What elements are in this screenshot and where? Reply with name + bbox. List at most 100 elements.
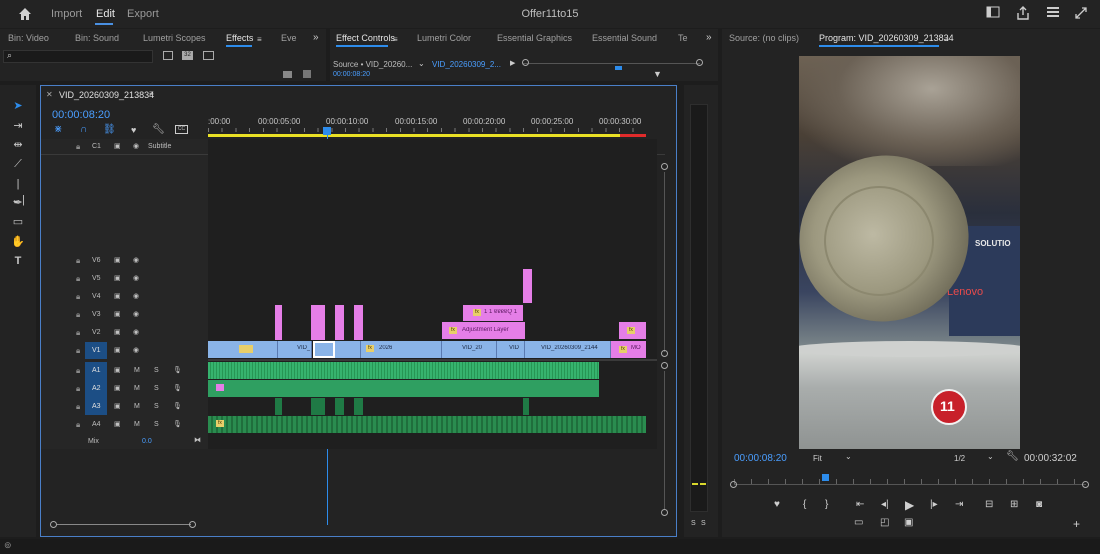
v1-mo-clip[interactable]: fx MO <box>611 341 646 358</box>
timeline-hscroll-track[interactable] <box>57 524 191 525</box>
v1-clip[interactable]: VID_ <box>278 341 312 358</box>
tab-menu-icon[interactable]: ≡ <box>393 35 398 44</box>
a3-audio-clip[interactable] <box>311 398 325 415</box>
lock-icon[interactable]: 🔒︎ <box>76 310 80 320</box>
track-output-icon[interactable]: ▣ <box>114 402 121 410</box>
v1-clip[interactable]: fx 2026 <box>361 341 442 358</box>
play-only-icon[interactable]: ▶ <box>510 59 515 67</box>
resolution-select[interactable]: 1/2 <box>954 454 965 463</box>
v3-graphic-clip[interactable]: fx 1 1 ɐɐɐɐQ 1 <box>463 305 523 321</box>
mic-icon[interactable]: 🎙︎ <box>173 420 182 428</box>
v4-clip[interactable] <box>523 269 532 303</box>
track-output-icon[interactable]: ▣ <box>114 292 121 300</box>
add-marker-icon[interactable]: ♥ <box>774 499 780 510</box>
a3-audio-clip[interactable] <box>523 398 529 415</box>
safe-margins-icon[interactable]: ▭ <box>854 517 863 528</box>
v1-clip-selected[interactable] <box>313 341 335 358</box>
eye-icon[interactable]: ◉ <box>133 292 139 300</box>
timeline-timecode[interactable]: 00:00:08:20 <box>52 109 110 121</box>
mute-button[interactable]: M <box>134 385 140 392</box>
step-forward-icon[interactable]: |▸ <box>930 499 938 510</box>
selection-tool-icon[interactable]: ➤ <box>10 98 26 114</box>
magnet-icon[interactable]: ∩ <box>80 124 87 135</box>
razor-tool-icon[interactable]: ⟋ <box>10 156 26 172</box>
track-output-icon[interactable]: ▣ <box>114 142 121 150</box>
v3-clip[interactable] <box>275 305 282 340</box>
v3-clip[interactable] <box>335 305 344 340</box>
tab-effects[interactable]: Effects <box>226 33 253 43</box>
panel-overflow-icon[interactable]: » <box>313 32 319 43</box>
extract-icon[interactable]: ⊞ <box>1010 499 1018 510</box>
tab-source-monitor[interactable]: Source: (no clips) <box>729 33 799 43</box>
add-marker-icon[interactable]: ♥ <box>131 125 136 135</box>
tab-program-monitor[interactable]: Program: VID_20260309_213834 <box>819 33 954 43</box>
solo-button[interactable]: S <box>154 421 159 428</box>
tab-menu-icon[interactable]: ≡ <box>149 89 154 98</box>
timeline-vscroll-top[interactable] <box>661 163 668 170</box>
mute-button[interactable]: M <box>134 421 140 428</box>
program-video-frame[interactable]: SOLUTIO Lenovo 11 <box>799 56 1020 449</box>
lock-icon[interactable]: 🔒︎ <box>76 274 80 284</box>
eye-icon[interactable]: ◉ <box>133 274 139 282</box>
meter-solo-right[interactable]: S <box>701 520 706 527</box>
lock-icon[interactable]: 🔒︎ <box>76 366 80 376</box>
program-scroll-start[interactable] <box>730 481 737 488</box>
filter-icon[interactable]: ▼ <box>653 69 662 79</box>
track-output-icon[interactable]: ▣ <box>114 256 121 264</box>
v1-clip[interactable]: VID <box>497 341 525 358</box>
new-bin-icon[interactable] <box>283 71 292 78</box>
lift-icon[interactable]: ⊟ <box>985 499 993 510</box>
program-scroll-end[interactable] <box>1082 481 1089 488</box>
snap-icon[interactable]: ⋇ <box>54 124 62 135</box>
a3-audio-clip[interactable] <box>275 398 282 415</box>
comparison-view-icon[interactable]: ◰ <box>880 517 889 528</box>
solo-button[interactable]: S <box>154 385 159 392</box>
a2-audio-clip[interactable] <box>208 380 599 397</box>
a4-music-clip[interactable]: fx <box>208 416 646 433</box>
zoom-select[interactable]: Fit <box>813 454 822 463</box>
lock-icon[interactable]: 🔒︎ <box>76 346 80 356</box>
v1-clip[interactable] <box>335 341 361 358</box>
captions-icon[interactable]: CC <box>175 125 188 134</box>
lock-icon[interactable]: 🔒︎ <box>76 292 80 302</box>
track-output-icon[interactable]: ▣ <box>114 366 121 374</box>
accelerated-effects-icon[interactable] <box>163 51 173 60</box>
mix-value[interactable]: 0.0 <box>142 438 152 445</box>
eye-icon[interactable]: ◉ <box>133 346 139 354</box>
lock-icon[interactable]: 🔒︎ <box>76 420 80 430</box>
eye-icon[interactable]: ◉ <box>133 256 139 264</box>
play-icon[interactable]: ▶ <box>905 498 914 512</box>
program-timecode[interactable]: 00:00:08:20 <box>734 453 787 464</box>
timeline-audio-vscroll-bottom[interactable] <box>661 509 668 516</box>
export-frame-icon[interactable]: ◙ <box>1036 499 1042 510</box>
lock-icon[interactable]: 🔒︎ <box>76 328 80 338</box>
mic-icon[interactable]: 🎙︎ <box>173 384 182 392</box>
track-select-icon[interactable]: ⇥ <box>10 118 26 134</box>
eye-icon[interactable]: ◉ <box>133 328 139 336</box>
effect-sequence-label[interactable]: VID_20260309_2... <box>432 60 501 69</box>
rectangle-tool-icon[interactable]: ▭ <box>10 214 26 230</box>
lock-icon[interactable]: 🔒︎ <box>76 256 80 266</box>
timeline-vscroll-track[interactable] <box>664 172 665 352</box>
tab-essential-graphics[interactable]: Essential Graphics <box>497 33 572 43</box>
mix-end-icon[interactable]: ⧓ <box>194 436 201 444</box>
tab-lumetri-color[interactable]: Lumetri Color <box>417 33 471 43</box>
tab-effect-controls[interactable]: Effect Controls <box>336 33 395 43</box>
chevron-down-icon[interactable]: ⌄ <box>987 452 994 461</box>
share-icon[interactable] <box>1015 6 1031 22</box>
v1-clip[interactable]: VID_20 <box>442 341 497 358</box>
track-output-icon[interactable]: ▣ <box>114 328 121 336</box>
wrench-icon[interactable]: 🔧︎ <box>152 124 165 135</box>
effects-search-input[interactable] <box>3 50 153 63</box>
mark-in-icon[interactable]: { <box>803 499 806 510</box>
tab-lumetri-scopes[interactable]: Lumetri Scopes <box>143 33 206 43</box>
ec-scroll-end[interactable] <box>696 59 703 66</box>
ec-playhead-marker[interactable] <box>615 66 622 70</box>
step-back-icon[interactable]: ◂| <box>881 499 889 510</box>
track-output-icon[interactable]: ▣ <box>114 420 121 428</box>
menu-icon[interactable] <box>1045 6 1061 22</box>
dropdown-icon[interactable]: ⌄ <box>418 59 425 68</box>
settings-wrench-icon[interactable]: 🔧︎ <box>1006 451 1019 462</box>
linked-selection-icon[interactable]: ⛓ <box>103 124 116 135</box>
32bit-effects-icon[interactable]: 32 <box>182 51 193 60</box>
